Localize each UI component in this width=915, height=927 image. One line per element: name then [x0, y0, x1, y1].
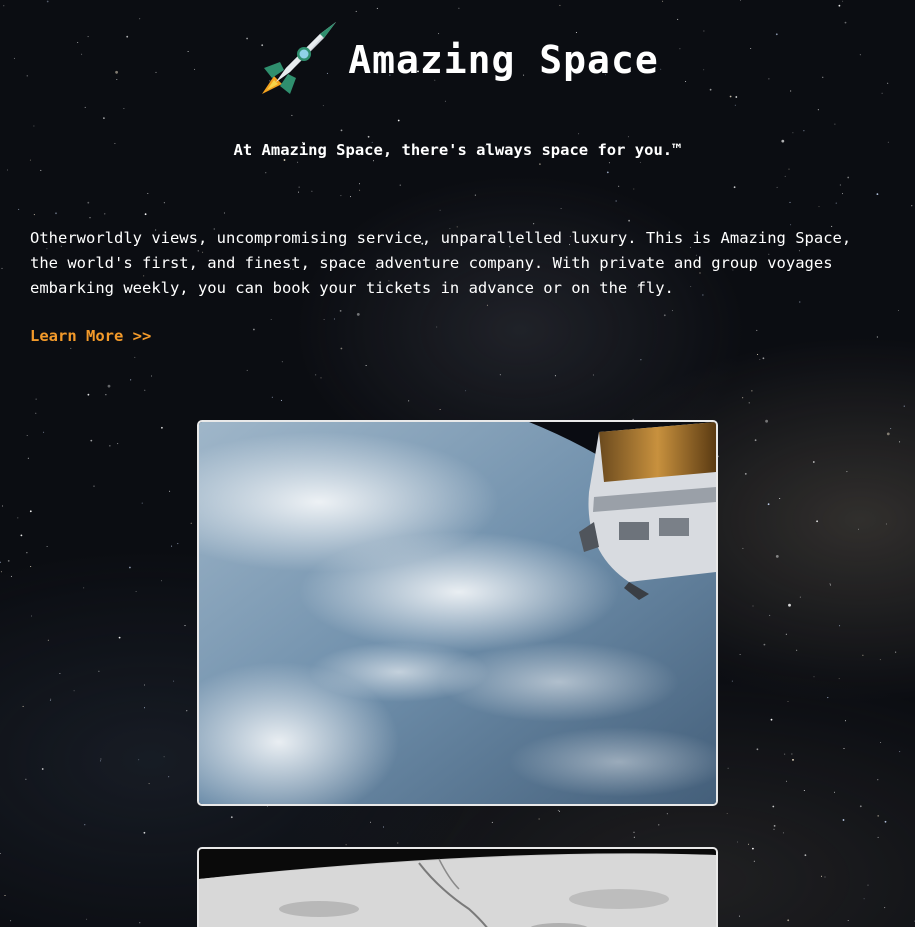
- page-title: Amazing Space: [348, 38, 659, 82]
- lunar-surface-photo: [197, 847, 718, 927]
- rocket-icon[interactable]: [256, 18, 340, 102]
- site-header: Amazing Space: [0, 16, 915, 104]
- intro-paragraph: Otherworldly views, uncompromising servi…: [30, 229, 852, 297]
- earth-image: [199, 422, 716, 804]
- moon-image: [199, 849, 716, 927]
- learn-more-link[interactable]: Learn More >>: [30, 327, 151, 345]
- page-content: Amazing Space At Amazing Space, there's …: [0, 0, 915, 927]
- tagline: At Amazing Space, there's always space f…: [233, 141, 682, 159]
- earth-space-station-photo: [197, 420, 718, 806]
